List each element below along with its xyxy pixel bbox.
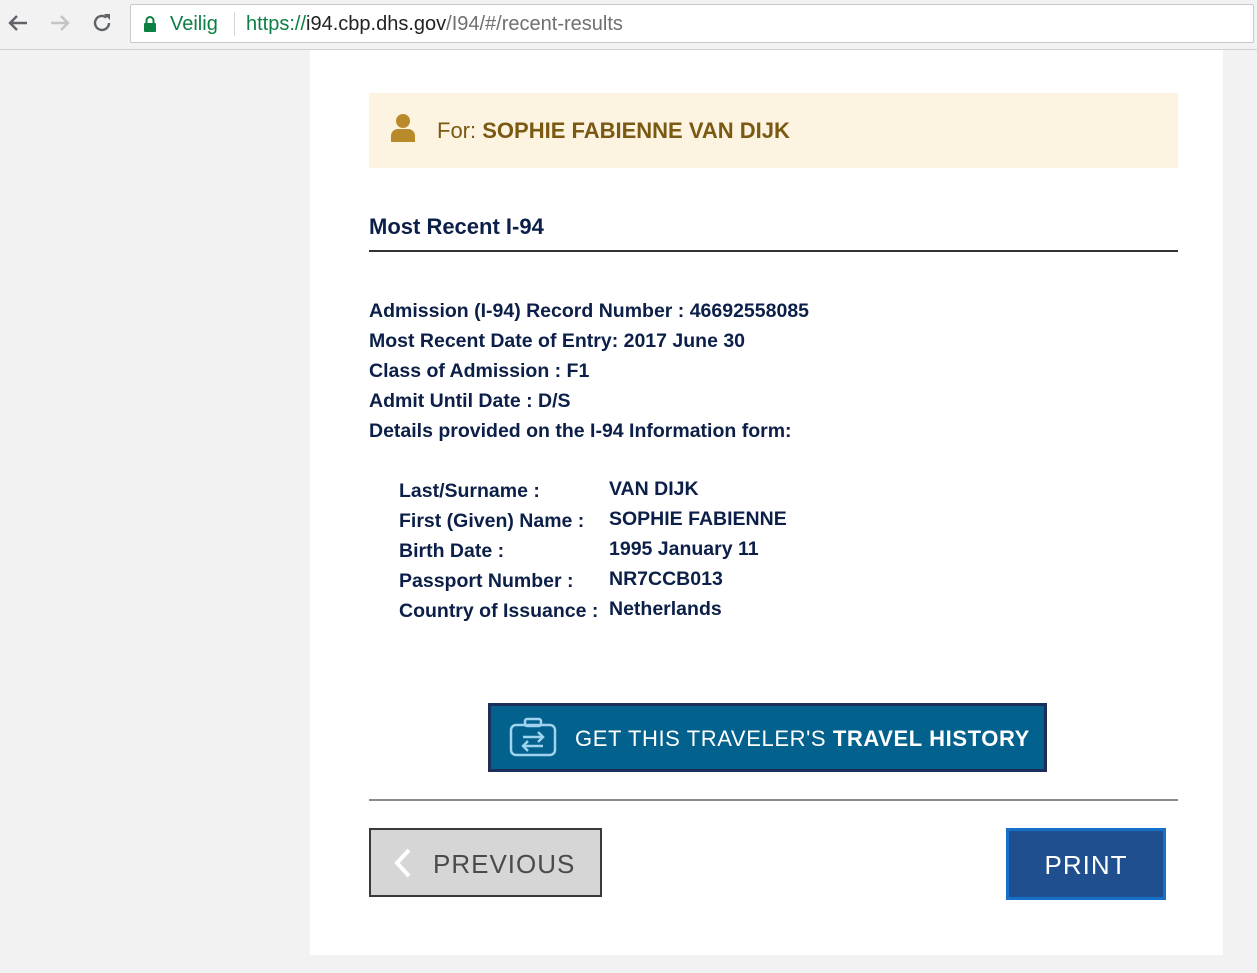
scrollbar[interactable] (1241, 50, 1257, 973)
detail-value-given-name: SOPHIE FABIENNE (609, 508, 787, 530)
arrow-right-icon (51, 15, 70, 31)
arrow-left-icon (8, 15, 27, 31)
for-label: For: (437, 118, 477, 143)
back-button[interactable] (5, 10, 31, 36)
detail-value-passport: NR7CCB013 (609, 568, 723, 590)
detail-value-surname: VAN DIJK (609, 478, 699, 500)
section-divider (369, 250, 1178, 252)
detail-label-birth-date: Birth Date : (399, 540, 505, 562)
details-intro: Details provided on the I-94 Information… (369, 420, 792, 442)
section-title: Most Recent I-94 (369, 214, 544, 239)
detail-label-country: Country of Issuance : (399, 600, 599, 622)
person-icon (391, 114, 415, 142)
url-host: i94.cbp.dhs.gov (306, 13, 447, 35)
bottom-divider (369, 799, 1178, 801)
travel-history-button[interactable]: GET THIS TRAVELER'S TRAVEL HISTORY (488, 703, 1047, 772)
print-button[interactable]: PRINT (1006, 828, 1166, 900)
class-of-admission: Class of Admission : F1 (369, 360, 590, 382)
briefcase-swap-icon (509, 717, 557, 757)
travel-history-emphasis: TRAVEL HISTORY (832, 726, 1030, 751)
forward-button[interactable] (47, 10, 73, 36)
url-path: /I94/#/recent-results (446, 13, 623, 35)
secure-label: Veilig (170, 13, 218, 35)
previous-label: PREVIOUS (433, 849, 576, 879)
detail-value-country: Netherlands (609, 598, 722, 620)
traveler-name: SOPHIE FABIENNE VAN DIJK (482, 118, 790, 143)
travel-history-button-face: GET THIS TRAVELER'S TRAVEL HISTORY (491, 706, 1044, 769)
url-text[interactable]: https://i94.cbp.dhs.gov/I94/#/recent-res… (246, 13, 623, 36)
reload-button[interactable] (89, 10, 115, 36)
previous-button[interactable]: PREVIOUS (369, 828, 602, 897)
travel-history-label: GET THIS TRAVELER'S TRAVEL HISTORY (575, 726, 1030, 752)
admit-until-date: Admit Until Date : D/S (369, 390, 571, 412)
omnibox-divider (234, 12, 235, 36)
travel-history-prefix: GET THIS TRAVELER'S (575, 726, 827, 751)
reload-icon (93, 14, 111, 32)
address-bar[interactable]: Veilig https://i94.cbp.dhs.gov/I94/#/rec… (130, 4, 1254, 43)
detail-label-given-name: First (Given) Name : (399, 510, 585, 532)
browser-toolbar: Veilig https://i94.cbp.dhs.gov/I94/#/rec… (0, 0, 1257, 50)
detail-value-birth-date: 1995 January 11 (609, 538, 759, 560)
detail-label-passport: Passport Number : (399, 570, 574, 592)
admission-record-number: Admission (I-94) Record Number : 4669255… (369, 300, 810, 322)
url-scheme: https:// (246, 13, 307, 35)
traveler-for-text: For: SOPHIE FABIENNE VAN DIJK (437, 118, 790, 144)
most-recent-entry: Most Recent Date of Entry: 2017 June 30 (369, 330, 746, 352)
detail-label-surname: Last/Surname : (399, 480, 540, 502)
lock-icon (144, 16, 156, 32)
print-label: PRINT (1044, 850, 1128, 880)
chevron-left-icon (394, 848, 411, 878)
